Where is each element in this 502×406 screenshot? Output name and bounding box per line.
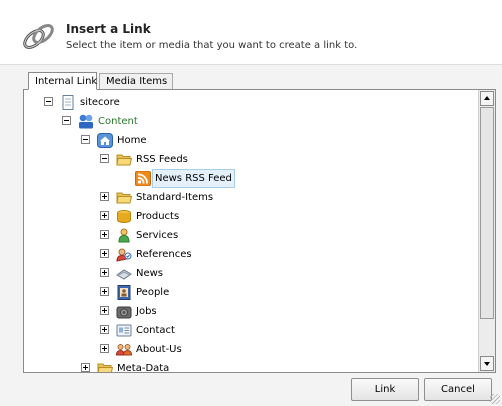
expand-icon[interactable] — [100, 287, 109, 296]
folder-icon — [97, 363, 113, 372]
rss-icon — [135, 171, 151, 186]
tree-item-label: Content — [98, 116, 138, 127]
collapse-icon[interactable] — [44, 97, 53, 106]
scroll-thumb[interactable] — [480, 107, 494, 319]
collapse-icon[interactable] — [100, 154, 109, 163]
tree-item-label: Standard-Items — [136, 192, 214, 203]
folder-icon — [116, 154, 132, 166]
reference-icon — [116, 248, 132, 262]
resize-grip-icon[interactable] — [490, 394, 500, 404]
group-icon — [116, 344, 132, 356]
cancel-button[interactable]: Cancel — [424, 378, 492, 401]
expand-icon[interactable] — [100, 230, 109, 239]
tree-item-label: References — [136, 249, 192, 260]
people-card-icon — [117, 285, 131, 300]
tree-item-label: News RSS Feed — [152, 169, 235, 188]
scroll-down-button[interactable] — [480, 356, 494, 371]
content-tree-panel: sitecore Content Home RSS Feeds News RSS… — [23, 89, 496, 373]
expand-icon[interactable] — [100, 249, 109, 258]
scroll-up-button[interactable] — [480, 91, 494, 106]
tree-item-label: Home — [117, 135, 147, 146]
tree-item-label: Products — [136, 211, 180, 222]
tree-item-label: Contact — [136, 325, 175, 336]
expand-icon[interactable] — [100, 344, 109, 353]
dialog-body: Internal Link Media Items sitecore Conte… — [0, 64, 502, 406]
tree-item-label: Services — [136, 230, 179, 241]
insert-link-dialog: Insert a Link Select the item or media t… — [0, 0, 502, 406]
link-chain-icon — [23, 24, 54, 49]
tree-item-label: sitecore — [80, 97, 120, 108]
content-icon — [79, 114, 93, 129]
expand-icon[interactable] — [100, 192, 109, 201]
expand-icon[interactable] — [100, 325, 109, 334]
expand-icon[interactable] — [100, 306, 109, 315]
expand-icon[interactable] — [100, 211, 109, 220]
content-tree: sitecore Content Home RSS Feeds News RSS… — [24, 90, 477, 372]
folder-icon — [116, 192, 132, 204]
collapse-icon[interactable] — [62, 116, 71, 125]
tree-item-label: Meta-Data — [117, 363, 170, 372]
tab-internal-link[interactable]: Internal Link — [28, 72, 97, 90]
tree-item-label: Jobs — [136, 306, 157, 317]
briefcase-icon — [116, 306, 132, 319]
tab-media-items[interactable]: Media Items — [99, 73, 173, 90]
document-icon — [62, 95, 74, 110]
dialog-subtitle: Select the item or media that you want t… — [66, 40, 358, 51]
link-button[interactable]: Link — [351, 378, 419, 401]
tree-item-label: About-Us — [136, 344, 182, 355]
home-icon — [97, 133, 113, 148]
person-icon — [118, 228, 130, 243]
expand-icon[interactable] — [81, 363, 90, 372]
expand-icon[interactable] — [100, 268, 109, 277]
contact-card-icon — [116, 324, 132, 337]
news-icon — [116, 269, 132, 280]
collapse-icon[interactable] — [81, 135, 90, 144]
box-icon — [117, 210, 131, 223]
tree-item-label: RSS Feeds — [136, 154, 188, 165]
tree-item-label: People — [136, 287, 170, 298]
dialog-header: Insert a Link Select the item or media t… — [0, 0, 502, 64]
dialog-title: Insert a Link — [66, 22, 151, 36]
tree-scrollbar[interactable] — [478, 90, 495, 372]
tree-item-label: News — [136, 268, 164, 279]
